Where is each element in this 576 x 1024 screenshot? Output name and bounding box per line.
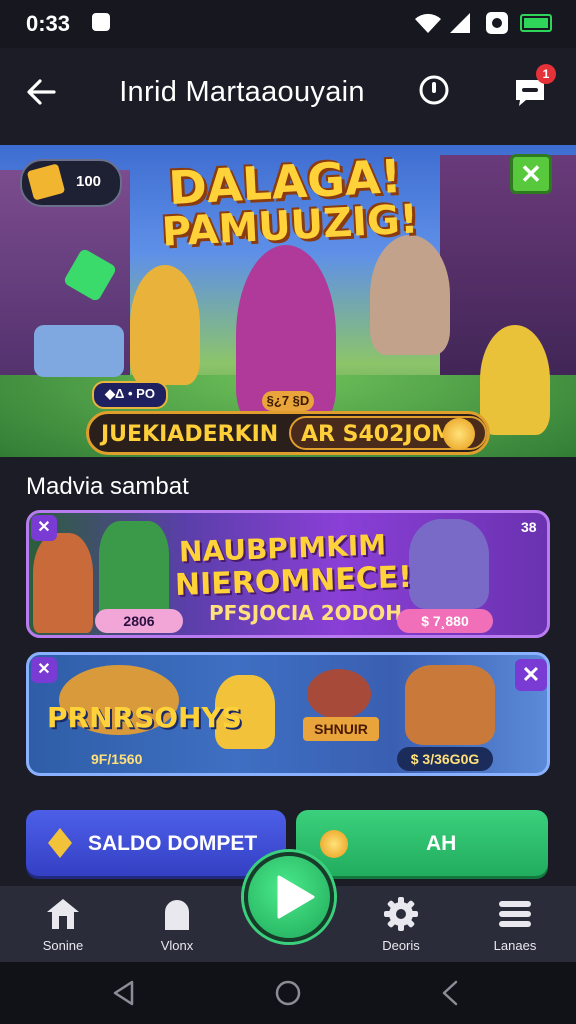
truck-illustration (34, 325, 124, 377)
back-arrow-icon[interactable] (24, 74, 60, 110)
home-icon (47, 899, 79, 929)
play-icon (277, 875, 315, 919)
gold-icon (26, 163, 66, 201)
promo2-right-pill: $ 3/36G0G (397, 747, 493, 771)
ah-label: AH (426, 832, 457, 855)
app-header: Inrid Martaaouyain 1 (0, 48, 576, 140)
notification-icon (92, 13, 110, 31)
promo2-character-brute (405, 665, 495, 745)
nav-item-deoris[interactable]: Deoris (356, 886, 446, 962)
promo1-subtitle: PFSJOCIA 2ODOH (209, 601, 402, 625)
nav-item-lanaes[interactable]: Lanaes (470, 886, 560, 962)
page-title: Inrid Martaaouyain (119, 76, 365, 108)
hero-character-brute (370, 235, 450, 355)
battery-icon (520, 14, 552, 32)
promo2-title: PRNRSOHYS (47, 701, 242, 734)
info-icon[interactable] (418, 74, 450, 106)
reward-strip-left-text: JUEKIADERKIN (101, 422, 279, 447)
nav-label-deoris: Deoris (382, 938, 420, 953)
promo2-close-left-button[interactable]: ✕ (31, 657, 57, 683)
hero-character-boy (130, 265, 200, 385)
promo1-close-button[interactable]: ✕ (31, 515, 57, 541)
promo1-character-left (33, 533, 93, 633)
promo1-right-pill: $ 7¸880 (397, 609, 493, 633)
person-icon (165, 900, 189, 930)
system-recents-icon[interactable] (440, 980, 460, 1006)
hero-small-pill: ◆Δ • PO (92, 381, 168, 409)
signal-icon (450, 13, 470, 33)
hero-close-button[interactable]: ✕ (510, 154, 552, 194)
system-nav-bar (0, 962, 576, 1024)
coin-count: 100 (76, 173, 102, 190)
coin-icon (320, 830, 348, 858)
saldo-dompet-button[interactable]: SALDO DOMPET (26, 810, 286, 876)
promo2-sign: SHNUIR (303, 717, 379, 741)
hero-banner[interactable]: 100 DALAGA! PAMUUZIG! ◆Δ • PO §¿7 §D JUE… (0, 145, 576, 457)
saldo-dompet-label: SALDO DOMPET (88, 832, 258, 855)
chat-badge: 1 (536, 64, 556, 84)
coin-counter[interactable]: 100 (20, 159, 122, 207)
nav-item-vlonx[interactable]: Vlonx (132, 886, 222, 962)
status-time: 0:33 (26, 11, 71, 36)
nav-item-sonine[interactable]: Sonine (18, 886, 108, 962)
promo1-corner-number: 38 (521, 519, 537, 535)
promo2-close-button[interactable]: ✕ (515, 659, 547, 691)
hero-character-kid (480, 325, 550, 435)
hero-reward-strip[interactable]: JUEKIADERKIN AR S402JOM (86, 411, 490, 455)
promo1-left-pill: 2806 (95, 609, 183, 633)
menu-icon (499, 901, 531, 927)
promo-card-2[interactable]: ✕ ✕ PRNRSOHYS 9F/1560 SHNUIR $ 3/36G0G (26, 652, 550, 776)
ah-button[interactable]: AH (296, 810, 548, 876)
nav-label-lanaes: Lanaes (493, 938, 537, 953)
reward-strip-right-text: AR S402JOM (301, 422, 454, 447)
hero-mid-pill: §¿7 §D (262, 391, 314, 411)
promo-card-1[interactable]: ✕ 38 NAUBPIMKIM NIEROMNECE! PFSJOCIA 2OD… (26, 510, 550, 638)
system-home-icon[interactable] (274, 979, 302, 1007)
wifi-icon (415, 13, 441, 33)
promo2-subtitle: 9F/1560 (91, 751, 143, 767)
status-bar: 0:33 (0, 0, 576, 48)
nav-label-sonine: Sonine (42, 938, 84, 953)
gear-icon (384, 897, 418, 931)
nav-label-vlonx: Vlonx (160, 938, 194, 953)
promo2-character-girl (307, 669, 371, 719)
chat-button[interactable]: 1 (512, 64, 556, 110)
coin-icon (443, 418, 475, 450)
play-button[interactable] (244, 852, 334, 942)
record-icon (486, 12, 508, 34)
system-back-icon[interactable] (112, 980, 136, 1006)
diamond-icon (48, 828, 72, 858)
section-title: Madvia sambat (26, 473, 189, 500)
